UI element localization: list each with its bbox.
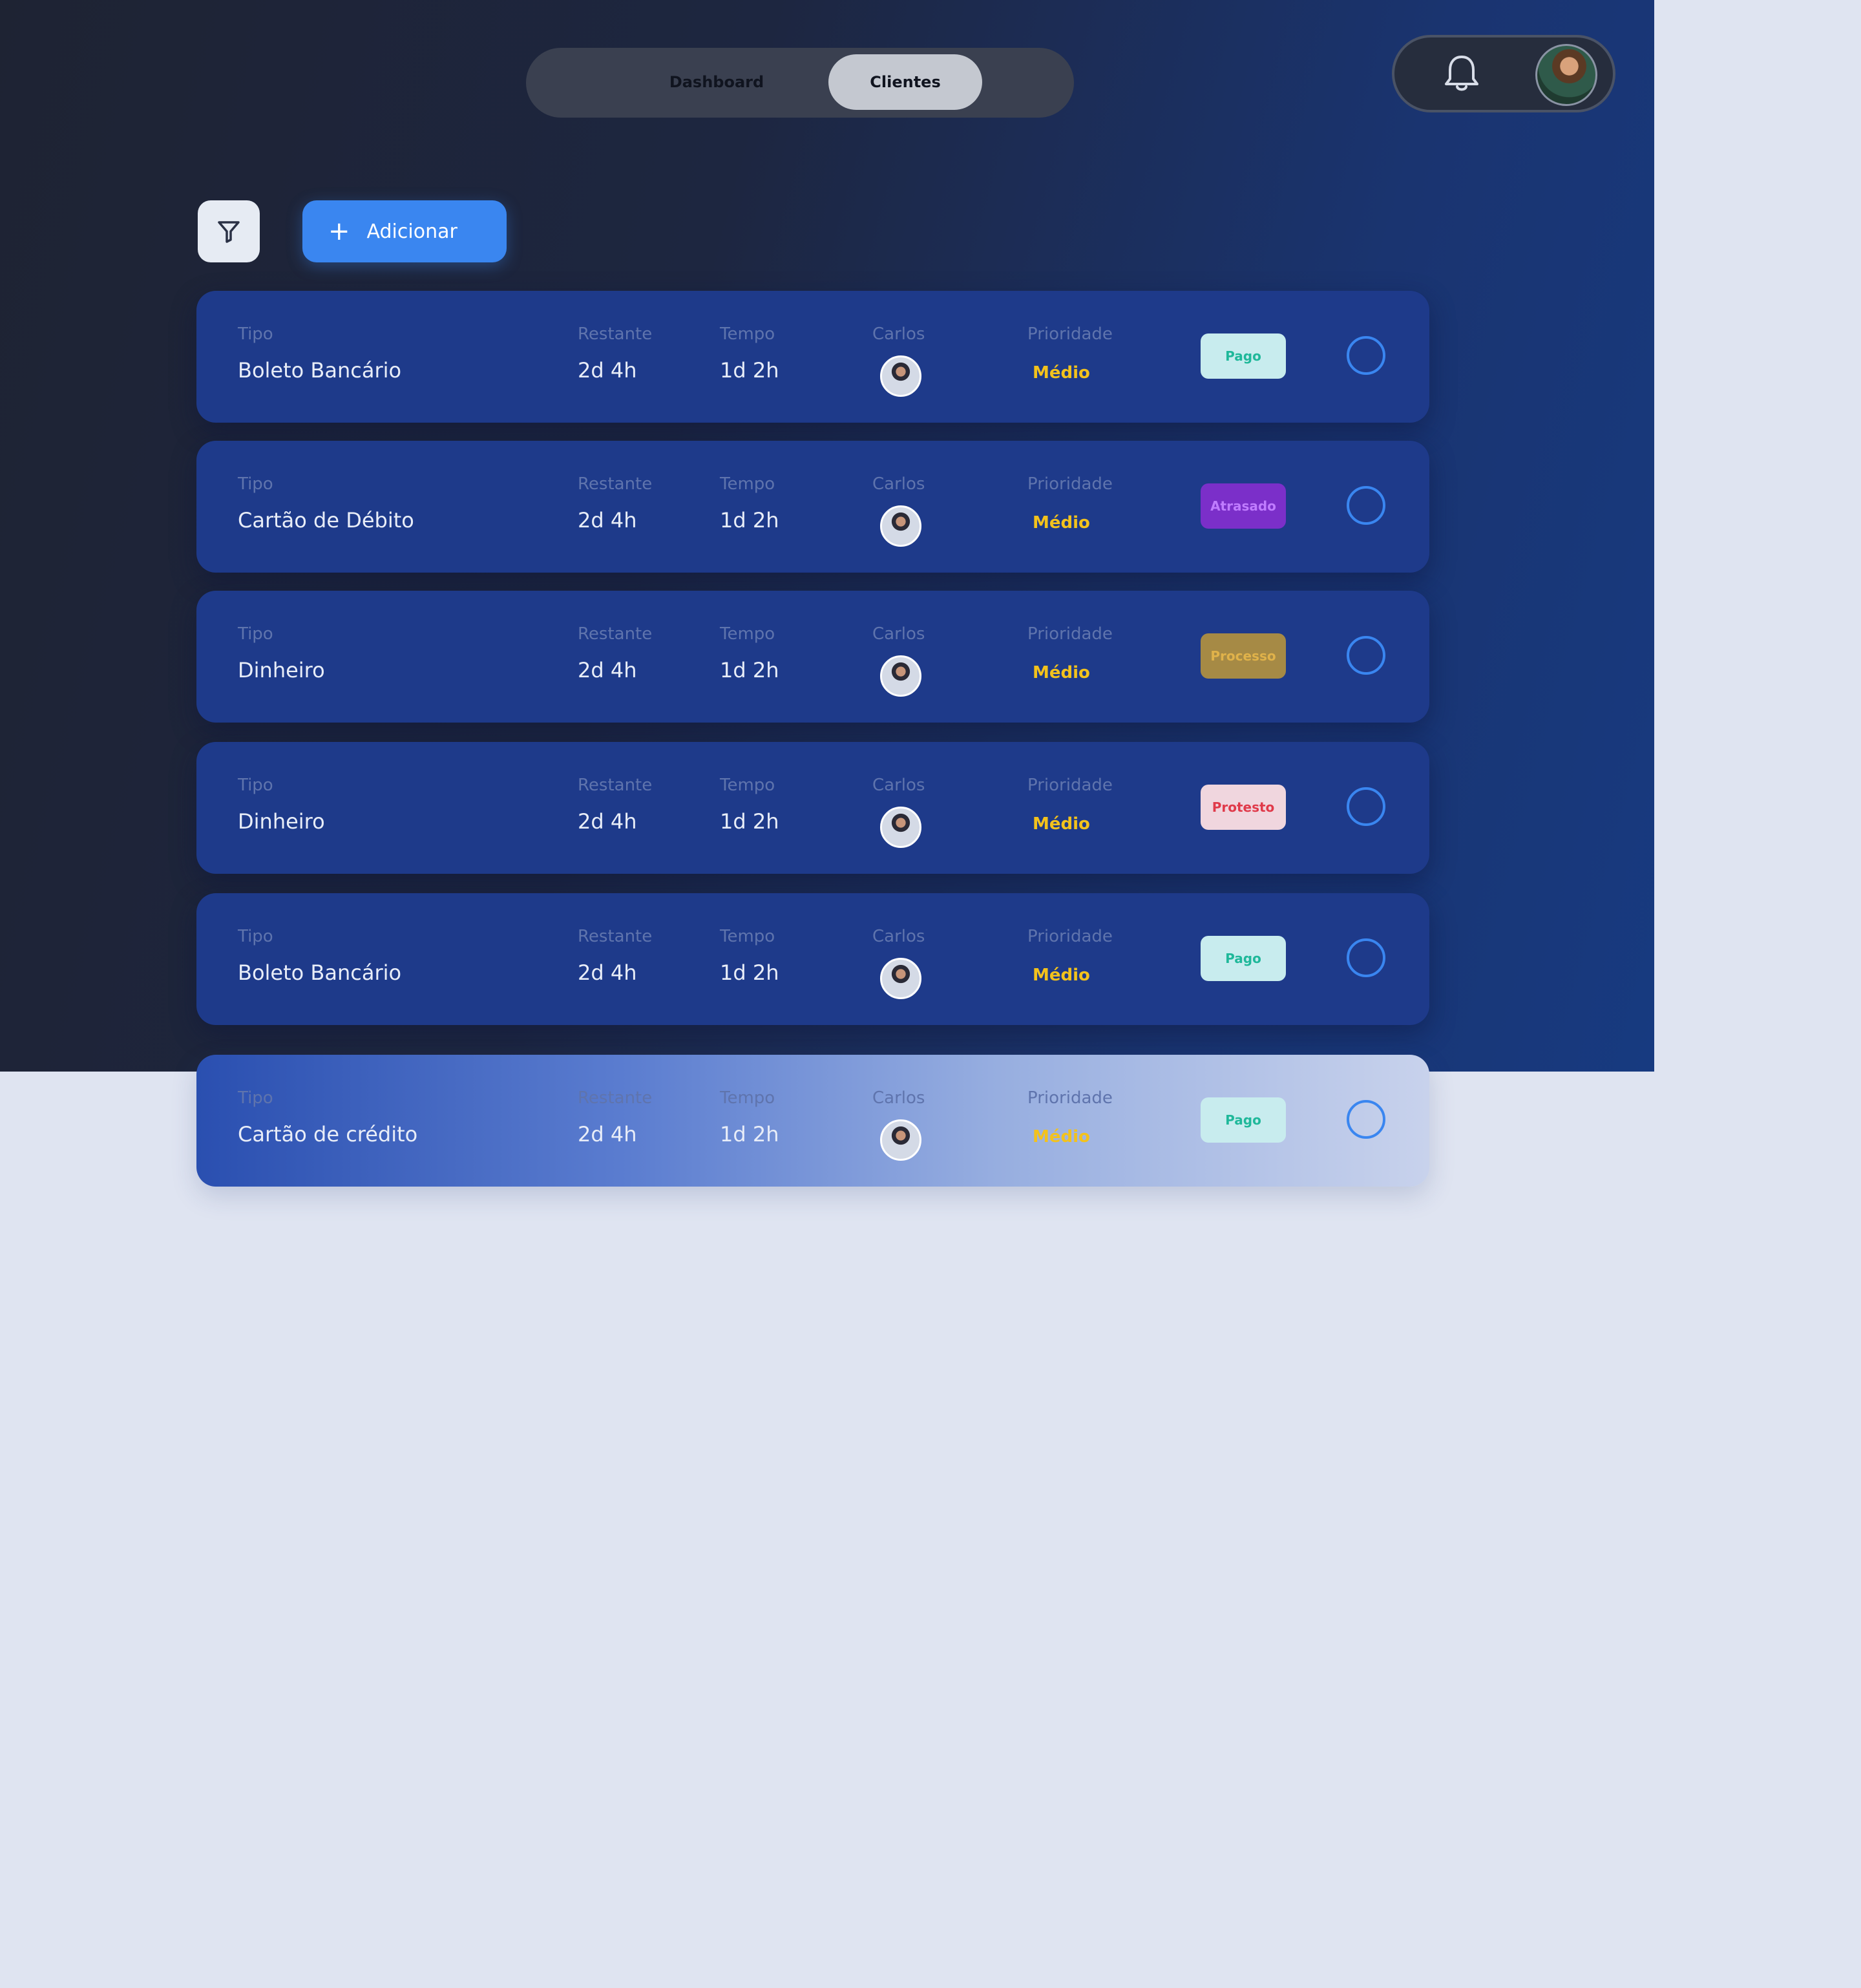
restante-value: 2d 4h [578,1122,637,1147]
responsavel-name: Carlos [872,324,925,344]
avatar [880,958,921,999]
tipo-value: Cartão de Débito [238,508,414,533]
avatar [880,355,921,397]
restante-value: 2d 4h [578,658,637,682]
prioridade-value: Médio [1033,363,1090,383]
user-menu [1392,35,1615,112]
add-button[interactable]: + Adicionar [302,200,507,262]
status-badge: Pago [1201,936,1286,981]
tempo-label: Tempo [720,624,775,644]
avatar [880,807,921,848]
add-button-label: Adicionar [366,220,457,243]
responsavel-name: Carlos [872,624,925,644]
table-row[interactable]: Tipo Dinheiro Restante 2d 4h Tempo 1d 2h… [196,742,1429,874]
tempo-value: 1d 2h [720,1122,779,1147]
prioridade-label: Prioridade [1027,776,1113,795]
prioridade-value: Médio [1033,966,1090,985]
prioridade-label: Prioridade [1027,624,1113,644]
restante-value: 2d 4h [578,358,637,383]
tipo-label: Tipo [238,474,273,494]
plus-icon: + [328,217,350,246]
restante-label: Restante [578,324,653,344]
status-badge: Pago [1201,1097,1286,1143]
tipo-label: Tipo [238,776,273,795]
tipo-value: Boleto Bancário [238,960,402,985]
prioridade-value: Médio [1033,663,1090,682]
tempo-value: 1d 2h [720,960,779,985]
prioridade-value: Médio [1033,1127,1090,1147]
select-checkbox[interactable] [1347,486,1385,525]
filter-icon [218,221,240,243]
table-row[interactable]: Tipo Cartão de Débito Restante 2d 4h Tem… [196,441,1429,573]
tipo-value: Dinheiro [238,658,325,682]
avatar[interactable] [1535,44,1597,106]
table-row[interactable]: Tipo Cartão de crédito Restante 2d 4h Te… [196,1055,1429,1187]
tempo-label: Tempo [720,324,775,344]
status-badge: Processo [1201,633,1286,679]
responsavel-name: Carlos [872,776,925,795]
select-checkbox[interactable] [1347,787,1385,826]
restante-value: 2d 4h [578,809,637,834]
prioridade-value: Médio [1033,814,1090,834]
avatar [880,505,921,547]
restante-label: Restante [578,474,653,494]
tempo-value: 1d 2h [720,658,779,682]
tipo-label: Tipo [238,1088,273,1108]
restante-value: 2d 4h [578,960,637,985]
top-nav: Dashboard Clientes [526,48,1074,118]
tempo-label: Tempo [720,776,775,795]
tempo-value: 1d 2h [720,358,779,383]
tipo-value: Cartão de crédito [238,1122,418,1147]
tab-dashboard[interactable]: Dashboard [640,54,794,110]
status-badge: Protesto [1201,785,1286,830]
avatar [880,1119,921,1161]
tipo-value: Dinheiro [238,809,325,834]
restante-label: Restante [578,927,653,946]
responsavel-name: Carlos [872,474,925,494]
tipo-label: Tipo [238,624,273,644]
prioridade-value: Médio [1033,513,1090,533]
tempo-value: 1d 2h [720,809,779,834]
select-checkbox[interactable] [1347,1100,1385,1139]
table-row[interactable]: Tipo Dinheiro Restante 2d 4h Tempo 1d 2h… [196,591,1429,723]
restante-label: Restante [578,1088,653,1108]
table-row[interactable]: Tipo Boleto Bancário Restante 2d 4h Temp… [196,291,1429,423]
responsavel-name: Carlos [872,1088,925,1108]
prioridade-label: Prioridade [1027,324,1113,344]
select-checkbox[interactable] [1347,636,1385,675]
prioridade-label: Prioridade [1027,927,1113,946]
table-row[interactable]: Tipo Boleto Bancário Restante 2d 4h Temp… [196,893,1429,1025]
bell-icon [1445,56,1478,91]
tipo-label: Tipo [238,927,273,946]
restante-label: Restante [578,776,653,795]
notifications-button[interactable] [1441,53,1482,94]
restante-label: Restante [578,624,653,644]
tipo-value: Boleto Bancário [238,358,402,383]
tempo-value: 1d 2h [720,508,779,533]
prioridade-label: Prioridade [1027,474,1113,494]
status-badge: Pago [1201,333,1286,379]
select-checkbox[interactable] [1347,938,1385,977]
tempo-label: Tempo [720,474,775,494]
restante-value: 2d 4h [578,508,637,533]
select-checkbox[interactable] [1347,336,1385,375]
status-badge: Atrasado [1201,483,1286,529]
tipo-label: Tipo [238,324,273,344]
tempo-label: Tempo [720,927,775,946]
prioridade-label: Prioridade [1027,1088,1113,1108]
filter-button[interactable] [198,200,260,262]
tab-clientes[interactable]: Clientes [828,54,982,110]
avatar [880,655,921,697]
responsavel-name: Carlos [872,927,925,946]
tempo-label: Tempo [720,1088,775,1108]
